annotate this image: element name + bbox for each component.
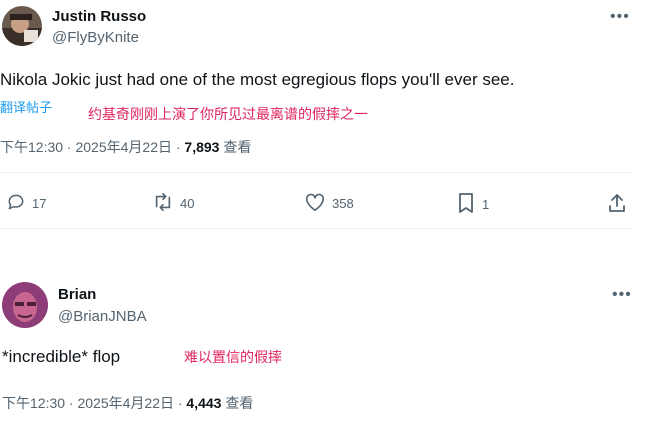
view-count: 7,893 [184, 139, 220, 155]
view-label: 查看 [223, 139, 252, 155]
tweet-meta: 下午12:30 · 2025年4月22日 · 4,443 查看 [2, 393, 253, 413]
author-handle[interactable]: @BrianJNBA [58, 308, 147, 325]
like-count: 358 [332, 196, 354, 211]
avatar[interactable] [2, 282, 48, 328]
translate-post-link[interactable]: 翻译帖子 [0, 97, 52, 116]
share-icon [607, 192, 627, 217]
more-icon[interactable]: ••• [610, 9, 630, 25]
tweet-meta: 下午12:30 · 2025年4月22日 · 7,893 查看 [0, 137, 251, 157]
like-button[interactable]: 358 [304, 192, 354, 215]
reply-icon [6, 192, 26, 215]
view-count: 4,443 [186, 395, 222, 411]
divider [0, 228, 632, 229]
bookmark-count: 1 [482, 197, 490, 212]
reply-button[interactable]: 17 [6, 192, 46, 215]
repost-count: 40 [180, 196, 195, 211]
tweet-text: Nikola Jokic just had one of the most eg… [0, 70, 515, 89]
translation-annotation: 难以置信的假摔 [184, 349, 282, 365]
repost-button[interactable]: 40 [152, 192, 194, 215]
tweet-text: *incredible* flop [2, 347, 121, 366]
share-button[interactable] [607, 192, 627, 217]
bookmark-button[interactable]: 1 [456, 192, 489, 217]
translation-annotation: 约基奇刚刚上演了你所见过最离谱的假摔之一 [88, 106, 368, 122]
bookmark-icon [456, 192, 476, 217]
more-icon[interactable]: ••• [612, 287, 632, 303]
author-name[interactable]: Justin Russo [52, 8, 146, 25]
divider [0, 172, 632, 173]
repost-icon [152, 192, 174, 215]
avatar[interactable] [2, 6, 42, 46]
like-icon [304, 192, 326, 215]
timestamp[interactable]: 下午12:30 · 2025年4月22日 · [2, 395, 183, 411]
timestamp[interactable]: 下午12:30 · 2025年4月22日 · [0, 139, 181, 155]
view-label: 查看 [225, 395, 254, 411]
author-handle[interactable]: @FlyByKnite [52, 29, 139, 46]
author-name[interactable]: Brian [58, 286, 96, 303]
reply-count: 17 [32, 196, 47, 211]
